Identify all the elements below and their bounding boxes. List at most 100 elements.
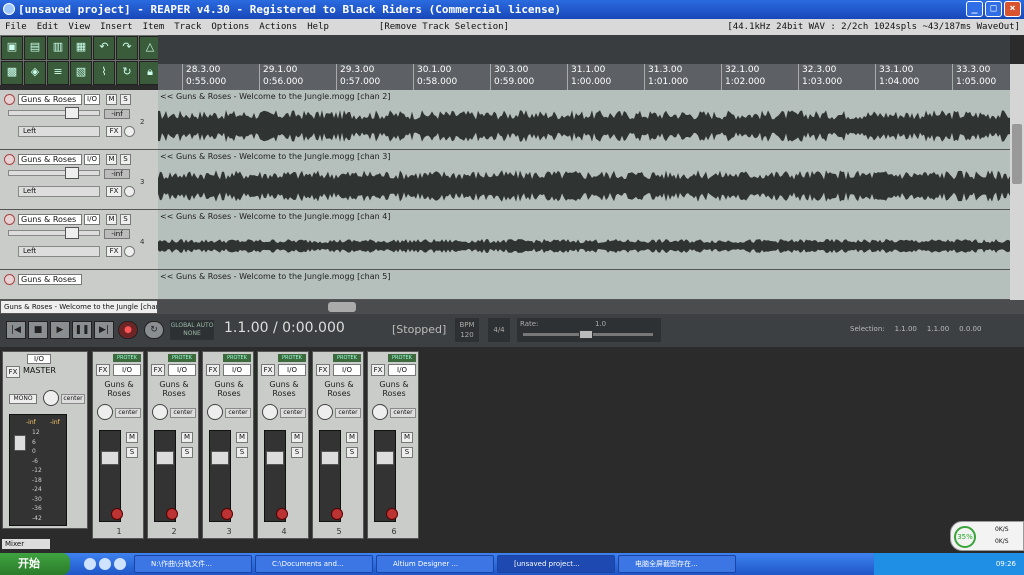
strip-pan-knob[interactable] bbox=[97, 404, 113, 420]
menu-help[interactable]: Help bbox=[302, 19, 334, 35]
strip-mute-button[interactable]: M bbox=[401, 432, 413, 443]
strip-name[interactable]: Guns & Roses bbox=[148, 380, 200, 398]
quick-launch-icon[interactable] bbox=[114, 558, 126, 570]
selection-display[interactable]: Selection: 1.1.00 1.1.00 0.0.00 bbox=[850, 325, 981, 333]
record-arm-icon[interactable] bbox=[4, 214, 15, 225]
mute-button[interactable]: M bbox=[106, 94, 117, 105]
master-pan-knob[interactable] bbox=[43, 390, 59, 406]
horizontal-scrollbar[interactable] bbox=[158, 300, 1024, 314]
plugin-label[interactable]: PROTEK bbox=[223, 354, 251, 362]
plugin-label[interactable]: PROTEK bbox=[113, 354, 141, 362]
strip-io-button[interactable]: I/O bbox=[333, 364, 361, 376]
record-arm-icon[interactable] bbox=[4, 154, 15, 165]
volume-slider[interactable] bbox=[8, 167, 100, 179]
menu-actions[interactable]: Actions bbox=[254, 19, 302, 35]
record-arm-icon[interactable] bbox=[4, 94, 15, 105]
volume-knob[interactable] bbox=[65, 107, 79, 119]
redo-icon[interactable]: ↷ bbox=[116, 36, 138, 60]
strip-pan-knob[interactable] bbox=[207, 404, 223, 420]
taskbar-button[interactable]: Altium Designer ... bbox=[376, 555, 494, 573]
fx-bypass-icon[interactable] bbox=[124, 126, 135, 137]
fx-button[interactable]: FX bbox=[106, 186, 122, 197]
solo-button[interactable]: S bbox=[120, 214, 131, 225]
track-header[interactable]: Guns & Roses I/O M S -inf Left FX 2 bbox=[0, 90, 158, 150]
strip-name[interactable]: Guns & Roses bbox=[258, 380, 310, 398]
strip-fx-button[interactable]: FX bbox=[371, 364, 385, 376]
strip-name[interactable]: Guns & Roses bbox=[93, 380, 145, 398]
taskbar-button[interactable]: [unsaved project... bbox=[497, 555, 615, 573]
strip-record-arm-icon[interactable] bbox=[386, 508, 398, 520]
fx-bypass-icon[interactable] bbox=[124, 186, 135, 197]
rate-slider-knob[interactable] bbox=[579, 330, 593, 339]
strip-fx-button[interactable]: FX bbox=[96, 364, 110, 376]
solo-button[interactable]: S bbox=[120, 154, 131, 165]
strip-fader-knob[interactable] bbox=[266, 451, 284, 465]
master-mono-button[interactable]: MONO bbox=[9, 394, 37, 404]
track-header[interactable]: Guns & Roses bbox=[0, 270, 158, 300]
track-name-field[interactable]: Guns & Roses bbox=[18, 214, 82, 225]
strip-io-button[interactable]: I/O bbox=[223, 364, 251, 376]
track-io-button[interactable]: I/O bbox=[84, 154, 100, 165]
strip-solo-button[interactable]: S bbox=[291, 447, 303, 458]
track-header[interactable]: Guns & Roses I/O M S -inf Left FX 4 bbox=[0, 210, 158, 270]
save-project-icon[interactable]: ▥ bbox=[47, 36, 69, 60]
stop-icon[interactable]: ■ bbox=[28, 321, 48, 339]
new-project-icon[interactable]: ▣ bbox=[1, 36, 23, 60]
fx-button[interactable]: FX bbox=[106, 126, 122, 137]
undo-icon[interactable]: ↶ bbox=[93, 36, 115, 60]
volume-knob[interactable] bbox=[65, 167, 79, 179]
strip-solo-button[interactable]: S bbox=[236, 447, 248, 458]
close-button[interactable]: × bbox=[1004, 1, 1021, 17]
fx-button[interactable]: FX bbox=[106, 246, 122, 257]
mute-button[interactable]: M bbox=[106, 214, 117, 225]
timeline-ruler[interactable]: 28.3.00 0:55.000 29.1.00 0:56.000 29.3.00 0:5… bbox=[158, 64, 1010, 90]
open-project-icon[interactable]: ▤ bbox=[24, 36, 46, 60]
strip-fader-knob[interactable] bbox=[101, 451, 119, 465]
master-io-button[interactable]: I/O bbox=[27, 354, 51, 364]
mixer-tab[interactable]: Mixer bbox=[2, 539, 50, 549]
strip-solo-button[interactable]: S bbox=[346, 447, 358, 458]
strip-mute-button[interactable]: M bbox=[181, 432, 193, 443]
strip-pan-knob[interactable] bbox=[152, 404, 168, 420]
strip-mute-button[interactable]: M bbox=[126, 432, 138, 443]
pan-dropdown[interactable]: Left bbox=[18, 126, 100, 137]
arrange-view[interactable]: << Guns & Roses - Welcome to the Jungle.… bbox=[158, 90, 1010, 300]
go-to-start-icon[interactable]: |◀ bbox=[6, 321, 26, 339]
item-grouping-icon[interactable]: ▧ bbox=[70, 61, 92, 85]
strip-pan-knob[interactable] bbox=[372, 404, 388, 420]
track-io-button[interactable]: I/O bbox=[84, 214, 100, 225]
strip-record-arm-icon[interactable] bbox=[276, 508, 288, 520]
strip-fx-button[interactable]: FX bbox=[151, 364, 165, 376]
fx-bypass-icon[interactable] bbox=[124, 246, 135, 257]
maximize-button[interactable]: □ bbox=[985, 1, 1002, 17]
master-fader[interactable] bbox=[14, 435, 26, 451]
ripple-icon[interactable]: ≡ bbox=[47, 61, 69, 85]
menu-file[interactable]: File bbox=[0, 19, 32, 35]
taskbar-button[interactable]: 电脑全屏截图存在... bbox=[618, 555, 736, 573]
media-item[interactable]: << Guns & Roses - Welcome to the Jungle.… bbox=[158, 90, 1010, 150]
menu-view[interactable]: View bbox=[63, 19, 95, 35]
strip-solo-button[interactable]: S bbox=[401, 447, 413, 458]
menu-track[interactable]: Track bbox=[169, 19, 206, 35]
grid-icon[interactable]: ▩ bbox=[1, 61, 23, 85]
strip-pan-knob[interactable] bbox=[262, 404, 278, 420]
mute-button[interactable]: M bbox=[106, 154, 117, 165]
taskbar-button[interactable]: N:\作曲\分轨文件... bbox=[134, 555, 252, 573]
menu-item[interactable]: Item bbox=[138, 19, 170, 35]
record-icon[interactable]: ● bbox=[118, 321, 138, 339]
menu-options[interactable]: Options bbox=[206, 19, 254, 35]
time-signature[interactable]: 4/4 bbox=[488, 318, 510, 342]
strip-name[interactable]: Guns & Roses bbox=[203, 380, 255, 398]
vertical-scroll-thumb[interactable] bbox=[1012, 124, 1022, 184]
strip-name[interactable]: Guns & Roses bbox=[368, 380, 420, 398]
strip-io-button[interactable]: I/O bbox=[113, 364, 141, 376]
strip-record-arm-icon[interactable] bbox=[166, 508, 178, 520]
quick-launch-icon[interactable] bbox=[99, 558, 111, 570]
bpm-display[interactable]: BPM 120 bbox=[455, 318, 479, 342]
plugin-label[interactable]: PROTEK bbox=[333, 354, 361, 362]
record-arm-icon[interactable] bbox=[4, 274, 15, 285]
strip-mute-button[interactable]: M bbox=[346, 432, 358, 443]
strip-pan-knob[interactable] bbox=[317, 404, 333, 420]
master-fx-button[interactable]: FX bbox=[6, 366, 20, 378]
strip-io-button[interactable]: I/O bbox=[278, 364, 306, 376]
